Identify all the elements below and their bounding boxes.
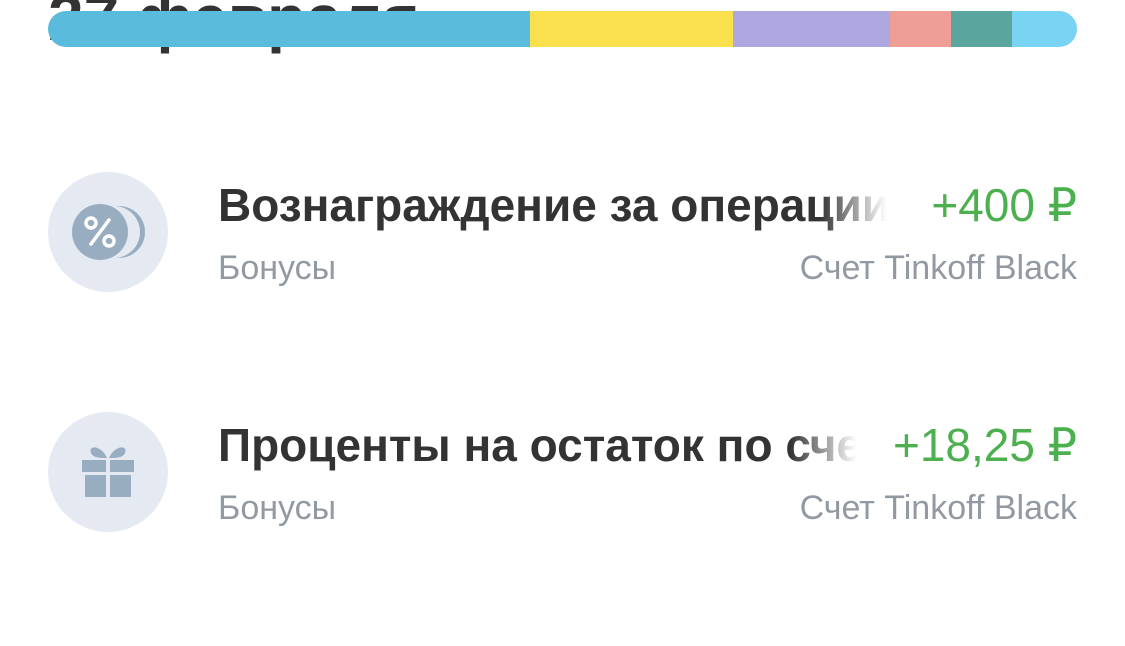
transaction-category: Бонусы (218, 249, 337, 287)
category-bar-segment (733, 11, 890, 47)
gift-icon (82, 447, 134, 497)
category-bar-segment (951, 11, 1013, 47)
percent-coins-icon (72, 204, 145, 260)
transaction-category: Бонусы (218, 489, 337, 527)
category-bar-segment (889, 11, 952, 47)
transaction-row[interactable]: Проценты на остаток по счету +18,25 ₽ Бо… (48, 412, 1077, 532)
transaction-title: Проценты на остаток по счету (218, 416, 860, 474)
category-bar-segment (1012, 11, 1077, 47)
transaction-account: Счет Tinkoff Black (799, 489, 1077, 527)
category-spending-bar[interactable] (48, 11, 1077, 47)
transaction-account: Счет Tinkoff Black (799, 249, 1077, 287)
transaction-title: Вознаграждение за операции (218, 176, 890, 234)
category-bar-segment (48, 11, 530, 47)
category-bar-segment (529, 11, 734, 47)
transaction-icon (48, 412, 168, 532)
operations-screen: 27 февраля Вознаграждение за операции +4… (0, 0, 1125, 646)
transaction-row[interactable]: Вознаграждение за операции +400 ₽ Бонусы… (48, 172, 1077, 292)
transaction-icon (48, 172, 168, 292)
transaction-amount: +400 ₽ (931, 179, 1077, 231)
transaction-amount: +18,25 ₽ (892, 419, 1077, 471)
